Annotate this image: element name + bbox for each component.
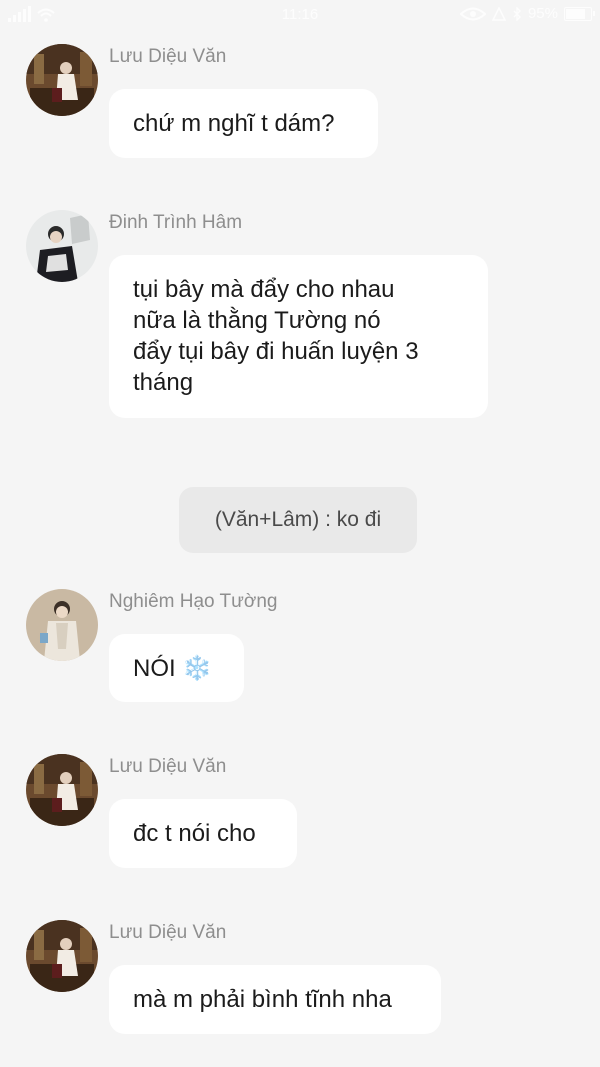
avatar[interactable] [26,754,98,826]
message-text: mà m phải bình tĩnh nha [133,986,392,1013]
avatar-photo-icon [26,44,98,116]
sender-name: Lưu Diệu Văn [109,756,227,777]
sender-name: Đinh Trình Hâm [109,212,243,233]
eye-icon [459,7,486,20]
avatar-photo-icon [26,920,98,992]
message-line: nữa là thằng Tường nó [133,307,381,334]
message-bubble[interactable]: mà m phải bình tĩnh nha [109,965,441,1034]
battery-percent: 95% [527,5,558,22]
avatar[interactable] [26,920,98,992]
message-line: tụi bây mà đẩy cho nhau [133,276,395,303]
sender-name: Lưu Diệu Văn [109,46,227,67]
message-bubble[interactable]: NÓI ❄️ [109,634,244,702]
avatar[interactable] [26,44,98,116]
message-bubble[interactable]: chứ m nghĩ t dám? [109,89,378,158]
message-line: tháng [133,369,194,396]
status-right: 95% [459,5,595,22]
avatar-photo-icon [26,754,98,826]
message-text: đc t nói cho [133,820,256,847]
sender-name: Lưu Diệu Văn [109,922,227,943]
message-bubble[interactable]: tụi bây mà đẩy cho nhau nữa là thằng Tườ… [109,255,488,418]
message-line: đẩy tụi bây đi huấn luyện 3 [133,338,419,365]
battery-icon [564,6,595,21]
message-text: NÓI [133,655,176,682]
status-bar: 11:16 95% [0,0,600,30]
avatar[interactable] [26,210,98,282]
message-text: chứ m nghĩ t dám? [133,110,335,137]
avatar-photo-icon [26,589,98,661]
system-message: (Văn+Lâm) : ko đi [179,487,417,553]
message-bubble[interactable]: đc t nói cho [109,799,297,868]
avatar[interactable] [26,589,98,661]
alarm-icon [491,6,506,21]
bluetooth-icon [513,6,521,21]
avatar-photo-icon [26,210,98,282]
sender-name: Nghiêm Hạo Tường [109,591,278,612]
system-message-text: (Văn+Lâm) : ko đi [214,508,382,531]
snowflake-icon: ❄️ [182,655,213,682]
